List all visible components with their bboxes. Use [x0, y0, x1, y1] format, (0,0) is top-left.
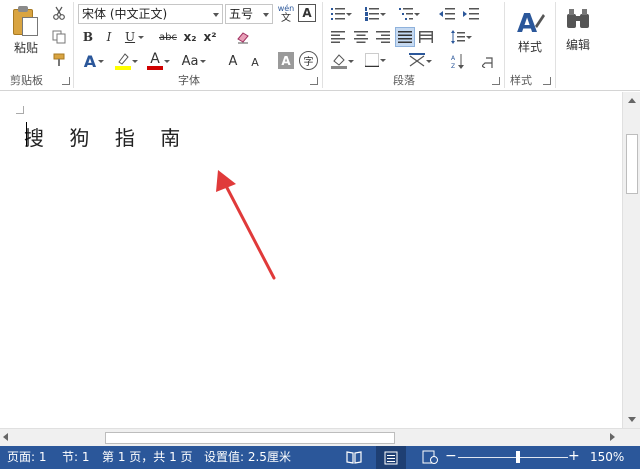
- divider: [322, 2, 323, 88]
- binoculars-icon: [567, 9, 589, 28]
- font-color-button[interactable]: A: [146, 51, 170, 71]
- web-layout-icon[interactable]: [422, 450, 438, 465]
- text-cursor: [26, 122, 27, 146]
- borders-icon[interactable]: [364, 52, 386, 68]
- chevron-down-icon: [213, 13, 219, 17]
- vertical-scrollbar[interactable]: [622, 92, 640, 428]
- horizontal-scroll-thumb[interactable]: [105, 432, 395, 444]
- svg-text:A: A: [517, 9, 537, 36]
- distributed-icon[interactable]: [418, 29, 434, 45]
- paste-icon: [13, 6, 39, 36]
- sort-icon[interactable]: AZ: [450, 52, 466, 70]
- print-layout-icon[interactable]: [376, 446, 406, 469]
- styles-button[interactable]: A 样式: [510, 2, 550, 66]
- zoom-in-icon[interactable]: +: [568, 449, 580, 464]
- zoom-slider-thumb[interactable]: [516, 451, 520, 463]
- cut-icon[interactable]: [50, 4, 68, 22]
- status-bar: 页面: 1 节: 1 第 1 页，共 1 页 设置值: 2.5厘米 − + 15…: [0, 446, 640, 469]
- align-center-icon[interactable]: [353, 29, 369, 45]
- underline-button[interactable]: U: [122, 29, 144, 45]
- line-spacing-icon[interactable]: [450, 29, 472, 45]
- font-family-value: 宋体 (中文正文): [82, 7, 168, 21]
- text-effects-button[interactable]: A: [82, 52, 104, 71]
- chevron-down-icon: [263, 13, 269, 17]
- paragraph-group-label: 段落: [393, 74, 415, 87]
- character-border-label: A: [302, 6, 312, 20]
- scroll-left-button[interactable]: [3, 433, 8, 441]
- divider: [555, 2, 556, 88]
- divider: [504, 2, 505, 88]
- read-mode-icon[interactable]: [346, 450, 362, 465]
- editing-button[interactable]: 编辑: [560, 2, 596, 66]
- phonetic-guide-button[interactable]: wén 文: [276, 3, 296, 25]
- vertical-scroll-thumb[interactable]: [626, 134, 638, 194]
- font-launcher-icon[interactable]: [310, 77, 318, 85]
- decrease-indent-icon[interactable]: [438, 6, 456, 22]
- svg-text:Z: Z: [451, 63, 455, 69]
- zoom-level[interactable]: 150%: [590, 450, 624, 465]
- editing-label: 编辑: [565, 38, 590, 52]
- zoom-out-icon[interactable]: −: [445, 449, 457, 464]
- divider: [73, 2, 74, 88]
- justify-icon[interactable]: [395, 27, 415, 47]
- format-painter-icon[interactable]: [50, 51, 68, 69]
- font-color-label: A: [150, 51, 160, 67]
- font-group-label: 字体: [178, 74, 200, 87]
- italic-button[interactable]: I: [101, 29, 117, 45]
- margin-corner-mark: [16, 106, 24, 114]
- horizontal-scrollbar[interactable]: [0, 428, 640, 446]
- document-text[interactable]: 搜 狗 指 南: [24, 122, 180, 151]
- paragraph-launcher-icon[interactable]: [492, 77, 500, 85]
- scroll-up-button[interactable]: [623, 92, 640, 109]
- align-right-icon[interactable]: [375, 29, 391, 45]
- styles-icon: A: [517, 9, 545, 36]
- grow-font-button[interactable]: A: [226, 52, 240, 70]
- numbering-icon[interactable]: [364, 6, 386, 22]
- increase-indent-icon[interactable]: [462, 6, 480, 22]
- styles-launcher-icon[interactable]: [543, 77, 551, 85]
- shading-icon[interactable]: [330, 52, 354, 70]
- paste-label: 粘贴: [13, 41, 38, 55]
- status-section[interactable]: 节: 1: [62, 450, 90, 465]
- font-size-select[interactable]: 五号: [225, 4, 273, 24]
- bullets-icon[interactable]: [330, 6, 352, 22]
- font-size-value: 五号: [229, 7, 254, 21]
- font-color-swatch: [147, 66, 163, 70]
- status-page-count[interactable]: 第 1 页，共 1 页: [102, 450, 193, 465]
- zoom-slider-track[interactable]: [458, 457, 568, 458]
- svg-text:A: A: [451, 55, 456, 62]
- multilevel-list-icon[interactable]: [398, 6, 420, 22]
- character-shading-button[interactable]: A: [278, 52, 294, 69]
- phonetic-guide-char: 文: [281, 13, 291, 24]
- styles-group-label: 样式: [510, 74, 532, 87]
- highlight-button[interactable]: [114, 51, 138, 71]
- subscript-button[interactable]: x₂: [182, 29, 198, 45]
- scroll-down-button[interactable]: [623, 411, 640, 428]
- change-case-button[interactable]: Aa: [180, 52, 206, 70]
- copy-icon[interactable]: [50, 28, 68, 46]
- strikethrough-button[interactable]: abc: [157, 29, 179, 45]
- enclose-characters-button[interactable]: 字: [299, 51, 318, 70]
- shrink-font-button[interactable]: A: [249, 54, 261, 70]
- clipboard-group-label: 剪贴板: [10, 74, 43, 87]
- font-family-select[interactable]: 宋体 (中文正文): [78, 4, 223, 24]
- bold-button[interactable]: B: [80, 29, 96, 45]
- status-page[interactable]: 页面: 1: [7, 450, 47, 465]
- ribbon: 粘贴 剪贴板 宋体 (中文正文) 五号 wén 文 A B I U abc x₂…: [0, 0, 640, 91]
- show-marks-icon[interactable]: [480, 52, 496, 70]
- align-left-icon[interactable]: [330, 29, 346, 45]
- paste-button[interactable]: 粘贴: [6, 2, 46, 66]
- superscript-button[interactable]: x²: [202, 29, 218, 45]
- styles-label: 样式: [517, 40, 542, 54]
- scroll-right-button[interactable]: [610, 433, 615, 441]
- clear-formatting-icon[interactable]: [234, 29, 252, 45]
- character-border-button[interactable]: A: [298, 4, 316, 22]
- clipboard-launcher-icon[interactable]: [62, 77, 70, 85]
- status-setting[interactable]: 设置值: 2.5厘米: [204, 450, 291, 465]
- chinese-layout-icon[interactable]: [408, 52, 432, 70]
- red-arrow-annotation: [216, 170, 276, 280]
